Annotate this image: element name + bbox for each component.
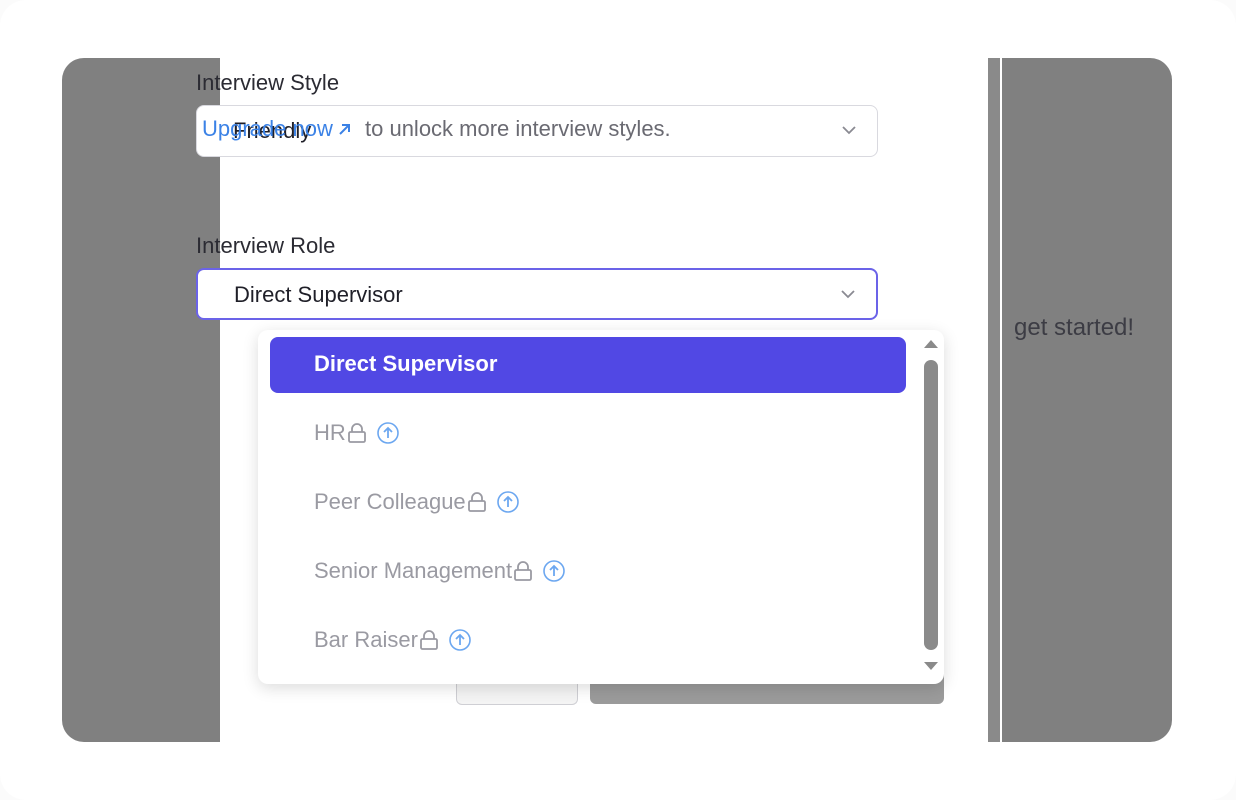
interview-role-select[interactable]: Direct Supervisor [196, 268, 878, 320]
scroll-down-arrow-icon[interactable] [922, 660, 940, 672]
upgrade-now-label: Upgrade now [202, 116, 333, 141]
option-hr[interactable]: HR [270, 406, 906, 462]
option-direct-supervisor[interactable]: Direct Supervisor [270, 337, 906, 393]
option-label: HR [314, 420, 346, 445]
interview-role-label: Interview Role [196, 233, 336, 258]
arrow-up-circle-icon[interactable] [542, 559, 566, 583]
option-label: Senior Management [314, 558, 513, 583]
lock-icon [514, 561, 533, 581]
interview-role-dropdown: Direct Supervisor HR Peer Colleague Seni… [258, 330, 944, 684]
lock-icon [467, 492, 486, 512]
panel-divider-inner [988, 58, 1000, 742]
interview-style-label: Interview Style [196, 70, 340, 95]
interview-role-value: Direct Supervisor [234, 282, 403, 307]
background-hint-text: get started! [1014, 314, 1135, 341]
arrow-up-circle-icon[interactable] [496, 490, 520, 514]
option-peer-colleague[interactable]: Peer Colleague [270, 475, 906, 531]
upgrade-hint: Upgrade now to unlock more interview sty… [202, 116, 671, 142]
arrow-up-circle-icon[interactable] [448, 628, 472, 652]
scroll-up-arrow-icon[interactable] [922, 338, 940, 350]
option-senior-management[interactable]: Senior Management [270, 544, 906, 600]
chevron-down-icon [842, 126, 856, 135]
option-bar-raiser[interactable]: Bar Raiser [270, 613, 906, 669]
option-label: Bar Raiser [314, 627, 418, 652]
arrow-up-right-icon [339, 124, 350, 135]
option-label: Direct Supervisor [314, 351, 498, 376]
lock-icon [420, 630, 438, 650]
chevron-down-icon [841, 290, 855, 299]
lock-icon [347, 423, 366, 443]
upgrade-now-link[interactable]: Upgrade now [202, 116, 359, 141]
option-label: Peer Colleague [314, 489, 466, 514]
arrow-up-circle-icon[interactable] [376, 421, 400, 445]
upgrade-suffix-text: to unlock more interview styles. [365, 116, 671, 141]
dropdown-scrollbar-thumb[interactable] [924, 360, 938, 650]
